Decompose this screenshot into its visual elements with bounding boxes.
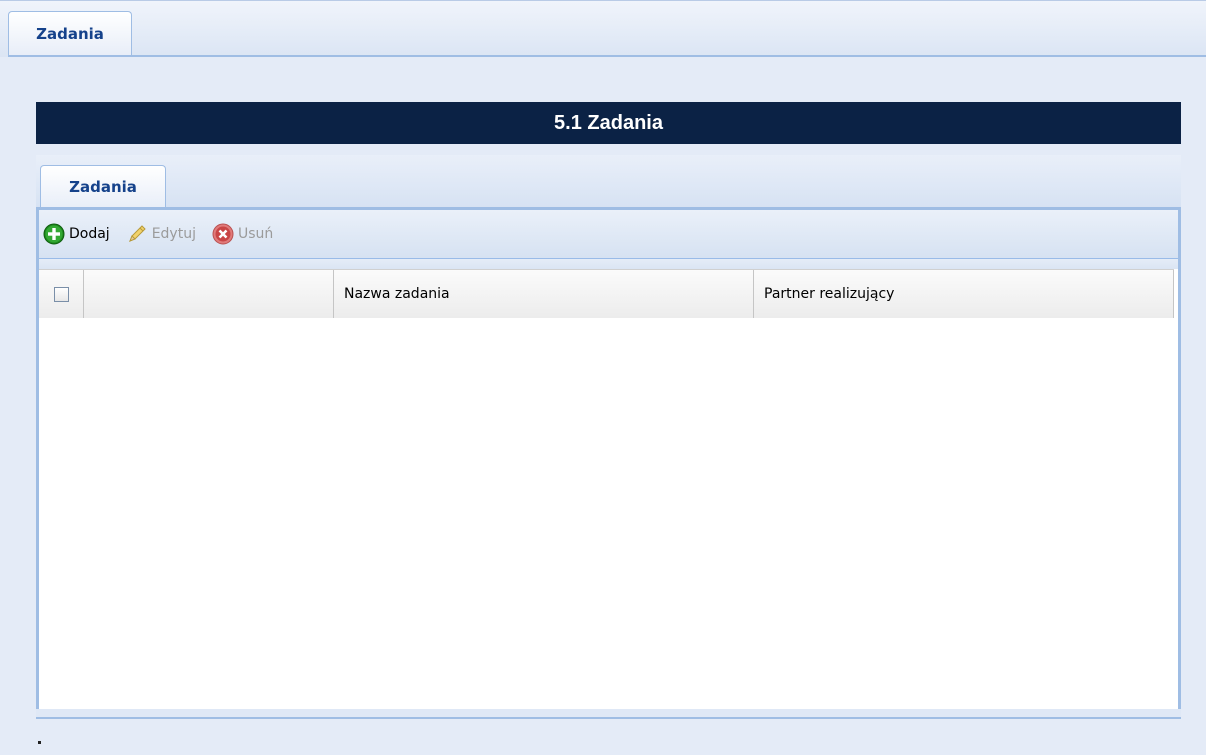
edit-button-label: Edytuj [151, 226, 196, 242]
tab-strip-underline [8, 55, 1206, 57]
tab-zadania[interactable]: Zadania [8, 11, 132, 55]
page-title: 5.1 Zadania [36, 102, 1181, 144]
tasks-panel: Zadania Dodaj Edytuj Usuń Nazwa zadania … [36, 155, 1181, 719]
grid-body [39, 318, 1178, 714]
column-header-task-name[interactable]: Nazwa zadania [334, 270, 754, 318]
tab-zadania-inner[interactable]: Zadania [40, 165, 166, 208]
grid-header: Nazwa zadania Partner realizujący [39, 269, 1174, 319]
panel-body: Dodaj Edytuj Usuń Nazwa zadania Partner … [36, 207, 1181, 717]
column-header-partner[interactable]: Partner realizujący [754, 270, 1174, 318]
plus-circle-icon [43, 223, 65, 245]
toolbar: Dodaj Edytuj Usuń [39, 210, 1178, 259]
delete-button-label: Usuń [237, 226, 274, 242]
x-circle-icon [212, 223, 234, 245]
grid-spacer [39, 259, 1178, 269]
top-tab-strip: Zadania [0, 0, 1206, 57]
select-all-column [39, 270, 84, 318]
delete-button[interactable]: Usuń [212, 223, 273, 245]
edit-button[interactable]: Edytuj [126, 223, 196, 245]
add-button-label: Dodaj [69, 226, 110, 242]
add-button[interactable]: Dodaj [43, 223, 110, 245]
panel-bottom-bar [36, 709, 1181, 719]
pencil-icon [126, 223, 148, 245]
footer-mark [38, 741, 41, 744]
column-header-blank[interactable] [84, 270, 334, 318]
select-all-checkbox[interactable] [53, 286, 69, 302]
panel-tab-strip: Zadania [36, 155, 1181, 209]
